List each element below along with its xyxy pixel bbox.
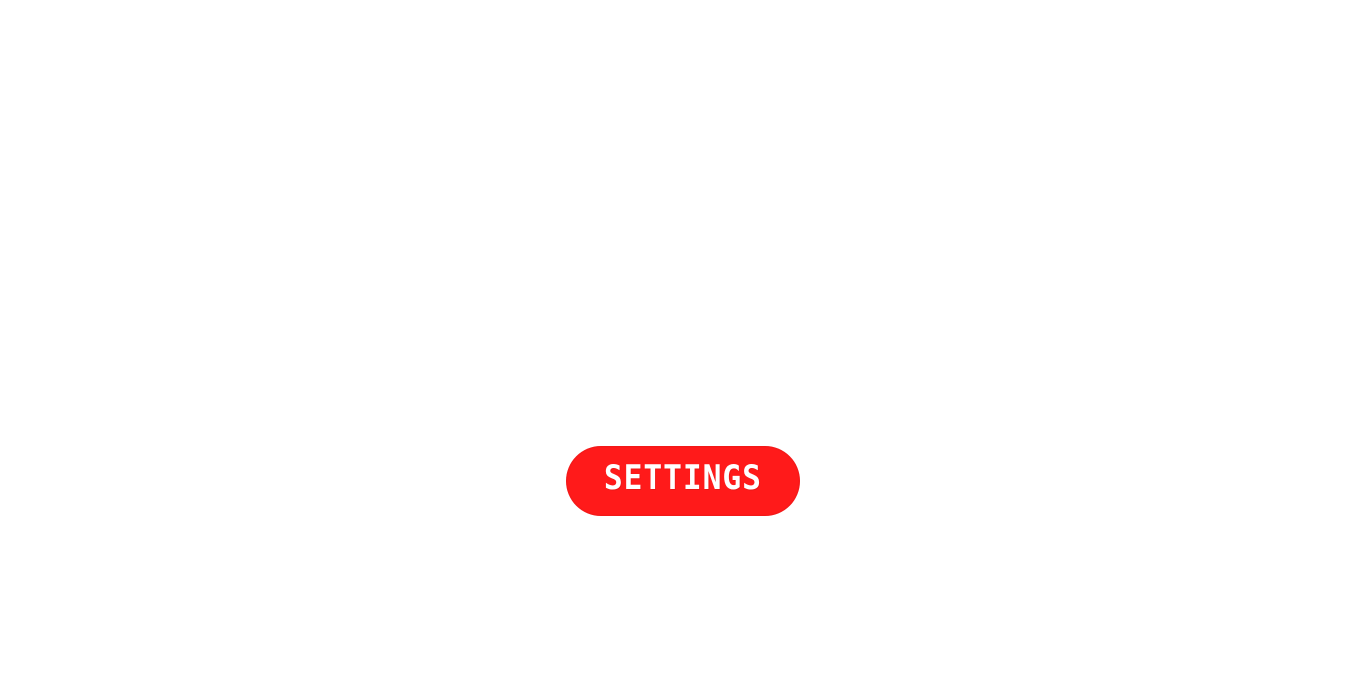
game-menu-screen: SETTINGS (0, 0, 1366, 683)
settings-button[interactable]: SETTINGS (566, 446, 800, 516)
settings-button-label: SETTINGS (603, 458, 763, 498)
